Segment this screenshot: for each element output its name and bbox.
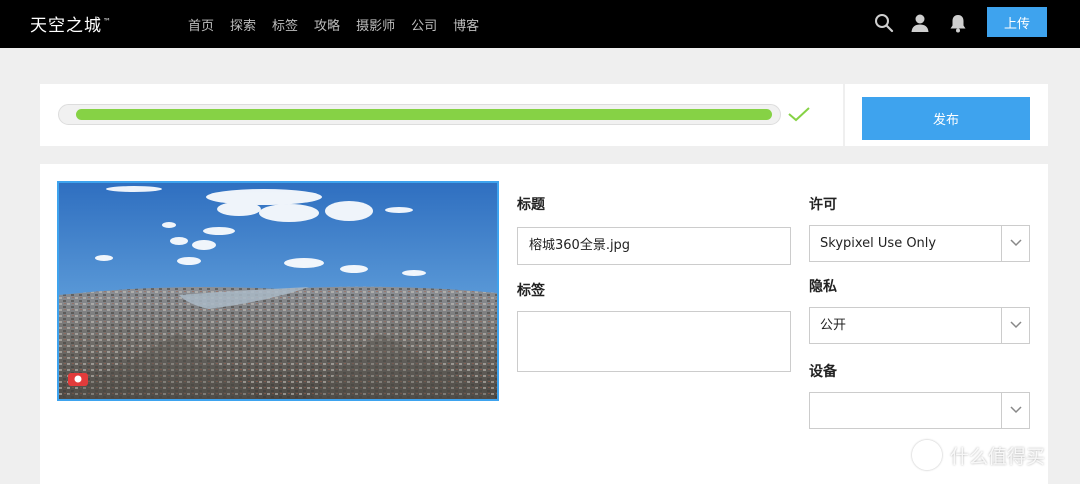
watermark-text: 什么值得买 — [950, 445, 1046, 468]
license-select[interactable]: Skypixel Use Only — [809, 225, 1030, 262]
nav-item-guides[interactable]: 攻略 — [314, 15, 340, 34]
nav-item-photographers[interactable]: 摄影师 — [356, 15, 395, 34]
progress-track — [58, 104, 781, 125]
nav-item-home[interactable]: 首页 — [188, 15, 214, 34]
search-icon[interactable] — [874, 13, 894, 33]
upload-button[interactable]: 上传 — [987, 7, 1047, 37]
privacy-value: 公开 — [820, 318, 847, 333]
upload-progress-panel — [40, 84, 843, 146]
camera-icon — [68, 373, 88, 386]
publish-panel: 发布 — [845, 84, 1048, 146]
chevron-down-icon[interactable] — [1001, 308, 1029, 343]
device-select[interactable] — [809, 392, 1030, 429]
nav-item-blog[interactable]: 博客 — [453, 15, 479, 34]
tags-label: 标签 — [517, 283, 545, 299]
panorama-thumbnail[interactable] — [57, 181, 499, 401]
title-label: 标题 — [517, 197, 545, 213]
watermark: 什么值得买 — [912, 440, 1045, 470]
privacy-label: 隐私 — [809, 279, 837, 295]
trademark-mark: ™ — [103, 17, 112, 27]
device-label: 设备 — [809, 364, 837, 380]
watermark-logo-icon — [912, 440, 942, 470]
check-icon — [787, 105, 811, 123]
progress-fill — [76, 109, 772, 120]
nav-item-company[interactable]: 公司 — [411, 15, 437, 34]
nav-item-tags[interactable]: 标签 — [272, 15, 298, 34]
chevron-down-icon[interactable] — [1001, 226, 1029, 261]
main-nav: 首页 探索 标签 攻略 摄影师 公司 博客 — [188, 15, 495, 34]
tags-input[interactable] — [517, 311, 791, 372]
title-input[interactable]: 榕城360全景.jpg — [517, 227, 791, 265]
bell-icon[interactable] — [948, 13, 968, 33]
logo-text: 天空之城 — [30, 16, 102, 36]
chevron-down-icon[interactable] — [1001, 393, 1029, 428]
site-logo[interactable]: 天空之城™ — [30, 11, 112, 36]
nav-item-explore[interactable]: 探索 — [230, 15, 256, 34]
top-nav-bar: 天空之城™ 首页 探索 标签 攻略 摄影师 公司 博客 上传 — [0, 0, 1080, 48]
photo-details-panel: 标题 榕城360全景.jpg 标签 许可 Skypixel Use Only 隐… — [40, 164, 1048, 484]
license-value: Skypixel Use Only — [820, 236, 937, 251]
license-label: 许可 — [809, 197, 837, 213]
publish-button[interactable]: 发布 — [862, 97, 1030, 140]
user-icon[interactable] — [910, 13, 930, 33]
privacy-select[interactable]: 公开 — [809, 307, 1030, 344]
